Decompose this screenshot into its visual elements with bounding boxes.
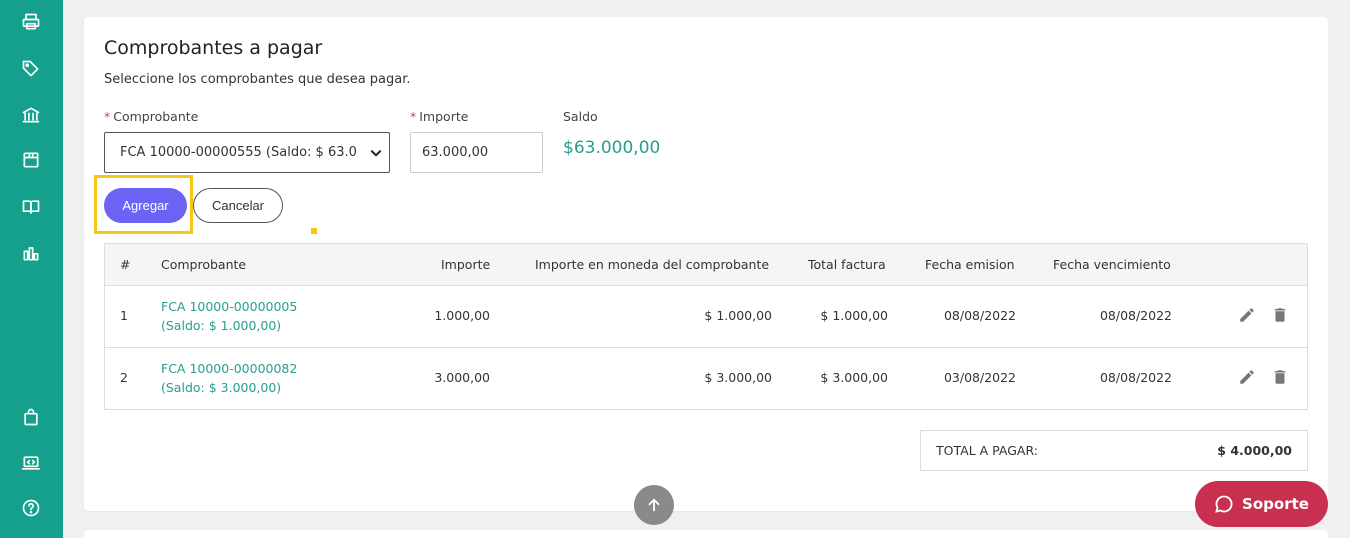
laptop-code-icon[interactable] bbox=[19, 451, 43, 475]
row-comprobante-link[interactable]: FCA 10000-00000005 (Saldo: $ 1.000,00) bbox=[161, 297, 297, 335]
chevron-down-icon bbox=[370, 150, 382, 157]
cursor-marker bbox=[311, 228, 317, 234]
arrow-up-icon bbox=[648, 498, 660, 512]
table-header: # Comprobante Importe Importe en moneda … bbox=[105, 244, 1307, 286]
row-importe: 3.000,00 bbox=[434, 370, 490, 385]
row-total-factura: $ 1.000,00 bbox=[820, 308, 888, 323]
header-fecha-emision: Fecha emision bbox=[925, 257, 1015, 272]
help-icon[interactable] bbox=[19, 496, 43, 520]
comprobante-label: * Comprobante bbox=[104, 109, 199, 124]
box-icon[interactable] bbox=[19, 148, 43, 172]
total-box: TOTAL A PAGAR: $ 4.000,00 bbox=[920, 430, 1308, 471]
saldo-value: $63.000,00 bbox=[563, 138, 661, 158]
bar-chart-icon[interactable] bbox=[19, 241, 43, 265]
row-total-factura: $ 3.000,00 bbox=[820, 370, 888, 385]
header-importe: Importe bbox=[441, 257, 491, 272]
required-mark: * bbox=[104, 109, 111, 124]
table-row: 2 FCA 10000-00000082 (Saldo: $ 3.000,00)… bbox=[105, 348, 1307, 410]
row-fecha-emision: 08/08/2022 bbox=[943, 308, 1016, 323]
scroll-top-button[interactable] bbox=[634, 485, 674, 525]
payment-card: Comprobantes a pagar Seleccione los comp… bbox=[84, 17, 1328, 511]
add-button[interactable]: Agregar bbox=[104, 188, 187, 223]
row-num: 2 bbox=[120, 370, 128, 385]
total-label: TOTAL A PAGAR: bbox=[936, 443, 1038, 458]
sidebar bbox=[0, 0, 63, 538]
header-importe-moneda: Importe en moneda del comprobante bbox=[535, 257, 770, 272]
header-total-factura: Total factura bbox=[808, 257, 886, 272]
support-label: Soporte bbox=[1242, 495, 1309, 513]
bank-icon[interactable] bbox=[19, 103, 43, 127]
header-num: # bbox=[120, 257, 131, 272]
row-fecha-vencimiento: 08/08/2022 bbox=[1099, 370, 1172, 385]
shopping-bag-icon[interactable] bbox=[19, 405, 43, 429]
importe-input[interactable]: 63.000,00 bbox=[410, 132, 543, 173]
edit-icon[interactable] bbox=[1237, 305, 1257, 325]
secondary-card bbox=[84, 530, 1328, 538]
header-fecha-vencimiento: Fecha vencimiento bbox=[1053, 257, 1171, 272]
page-title: Comprobantes a pagar bbox=[104, 37, 323, 59]
trash-icon[interactable] bbox=[1270, 305, 1290, 325]
row-comprobante-link[interactable]: FCA 10000-00000082 (Saldo: $ 3.000,00) bbox=[161, 359, 297, 397]
header-comprobante: Comprobante bbox=[161, 257, 247, 272]
edit-icon[interactable] bbox=[1237, 367, 1257, 387]
row-fecha-emision: 03/08/2022 bbox=[943, 370, 1016, 385]
tag-icon[interactable] bbox=[19, 57, 43, 81]
support-button[interactable]: Soporte bbox=[1195, 481, 1328, 527]
saldo-label: Saldo bbox=[563, 109, 598, 124]
cancel-button[interactable]: Cancelar bbox=[193, 188, 283, 223]
total-value: $ 4.000,00 bbox=[1217, 443, 1292, 458]
comprobantes-table: # Comprobante Importe Importe en moneda … bbox=[104, 243, 1308, 410]
trash-icon[interactable] bbox=[1270, 367, 1290, 387]
book-icon[interactable] bbox=[19, 195, 43, 219]
row-importe-moneda: $ 1.000,00 bbox=[704, 308, 772, 323]
page-subtitle: Seleccione los comprobantes que desea pa… bbox=[104, 72, 411, 87]
comprobante-select[interactable]: FCA 10000-00000555 (Saldo: $ 63.0 bbox=[104, 132, 390, 173]
table-row: 1 FCA 10000-00000005 (Saldo: $ 1.000,00)… bbox=[105, 286, 1307, 348]
required-mark: * bbox=[410, 109, 417, 124]
row-num: 1 bbox=[120, 308, 128, 323]
importe-label: * Importe bbox=[410, 109, 469, 124]
chat-bubble-icon bbox=[1215, 495, 1233, 513]
row-importe: 1.000,00 bbox=[434, 308, 490, 323]
row-fecha-vencimiento: 08/08/2022 bbox=[1099, 308, 1172, 323]
row-importe-moneda: $ 3.000,00 bbox=[704, 370, 772, 385]
printer-icon[interactable] bbox=[19, 10, 43, 34]
